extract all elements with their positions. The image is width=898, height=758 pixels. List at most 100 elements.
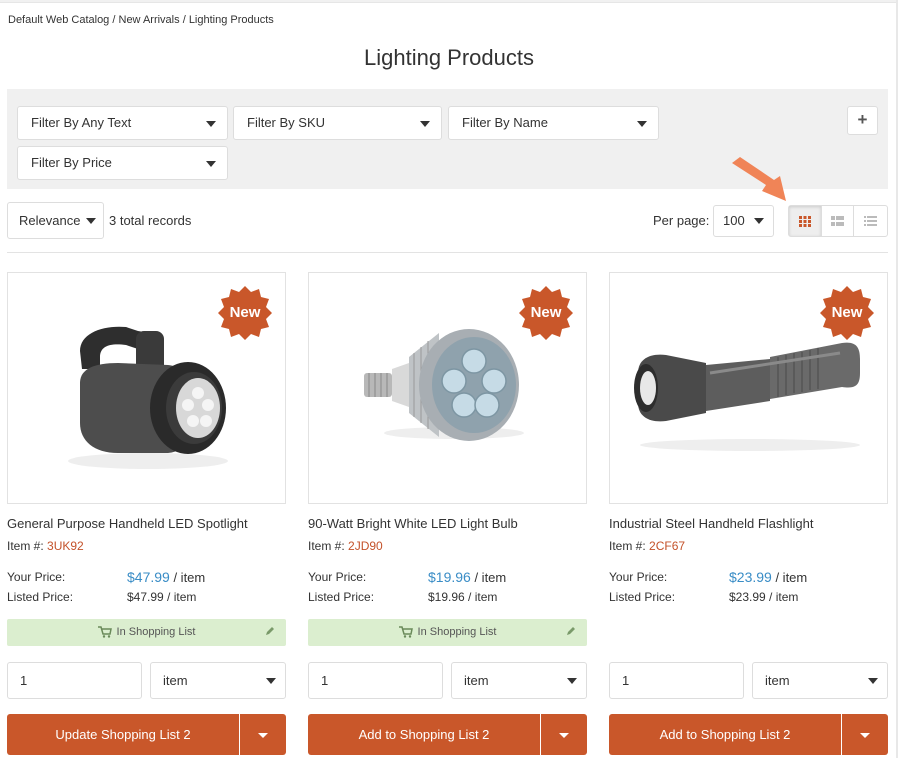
filter-label: Filter By SKU bbox=[247, 115, 326, 130]
add-to-shopping-list-button[interactable]: Add to Shopping List 2 bbox=[308, 714, 540, 755]
listed-price: $23.99 / item bbox=[729, 590, 799, 604]
chevron-down-icon bbox=[567, 678, 577, 684]
pencil-icon[interactable] bbox=[264, 625, 276, 637]
cart-icon bbox=[97, 626, 112, 638]
sort-select[interactable]: Relevance bbox=[7, 202, 104, 239]
total-records: 3 total records bbox=[109, 213, 192, 228]
pointer-arrow-icon bbox=[732, 157, 786, 201]
unit-value: item bbox=[765, 673, 790, 688]
chevron-down-icon bbox=[754, 218, 764, 224]
breadcrumb: Default Web Catalog / New Arrivals / Lig… bbox=[8, 14, 274, 26]
quantity-input[interactable]: 1 bbox=[308, 662, 443, 699]
new-badge: New bbox=[530, 304, 562, 321]
per-page-label: Per page: bbox=[653, 213, 710, 228]
breadcrumb-item-new-arrivals[interactable]: New Arrivals bbox=[119, 14, 180, 26]
your-price: $19.96 / item bbox=[428, 569, 506, 585]
chevron-down-icon bbox=[206, 121, 216, 127]
unit-select[interactable]: item bbox=[451, 662, 587, 699]
add-to-shopping-list-button[interactable]: Add to Shopping List 2 bbox=[609, 714, 841, 755]
sort-value: Relevance bbox=[19, 213, 81, 228]
your-price-unit: / item bbox=[775, 570, 808, 585]
breadcrumb-item-current: Lighting Products bbox=[188, 14, 274, 26]
in-shopping-list-indicator[interactable]: In Shopping List bbox=[7, 619, 286, 646]
chevron-down-icon bbox=[258, 733, 268, 738]
chevron-down-icon bbox=[206, 161, 216, 167]
chevron-down-icon bbox=[868, 678, 878, 684]
item-sku: 3UK92 bbox=[47, 539, 84, 553]
your-price-unit: / item bbox=[173, 570, 206, 585]
product-name[interactable]: General Purpose Handheld LED Spotlight bbox=[7, 516, 286, 531]
breadcrumb-separator: / bbox=[112, 14, 116, 26]
your-price: $47.99 / item bbox=[127, 569, 205, 585]
listed-price-label: Listed Price: bbox=[308, 590, 375, 604]
chevron-down-icon bbox=[420, 121, 430, 127]
item-label: Item #: bbox=[609, 539, 646, 553]
list-view-icon bbox=[831, 216, 844, 226]
per-page-value: 100 bbox=[723, 213, 745, 228]
your-price: $23.99 / item bbox=[729, 569, 807, 585]
item-sku: 2CF67 bbox=[649, 539, 686, 553]
item-number: Item #: 2CF67 bbox=[609, 539, 685, 553]
listed-price: $47.99 / item bbox=[127, 590, 197, 604]
per-page-select[interactable]: 100 bbox=[713, 205, 774, 237]
item-number: Item #: 2JD90 bbox=[308, 539, 383, 553]
view-toggle-group bbox=[788, 205, 888, 237]
chevron-down-icon bbox=[266, 678, 276, 684]
in-shopping-list-label: In Shopping List bbox=[417, 626, 497, 638]
filter-sku[interactable]: Filter By SKU bbox=[233, 106, 442, 140]
listed-price-label: Listed Price: bbox=[7, 590, 74, 604]
grid-view-icon bbox=[798, 215, 811, 227]
compact-list-view-button[interactable] bbox=[854, 206, 887, 236]
your-price-label: Your Price: bbox=[7, 570, 66, 584]
filter-label: Filter By Any Text bbox=[31, 115, 132, 130]
quantity-input[interactable]: 1 bbox=[7, 662, 142, 699]
new-badge: New bbox=[831, 304, 863, 321]
your-price-unit: / item bbox=[474, 570, 507, 585]
unit-value: item bbox=[464, 673, 489, 688]
your-price-amount: $47.99 bbox=[127, 569, 170, 585]
your-price-label: Your Price: bbox=[609, 570, 668, 584]
quantity-input[interactable]: 1 bbox=[609, 662, 744, 699]
unit-value: item bbox=[163, 673, 188, 688]
product-name[interactable]: Industrial Steel Handheld Flashlight bbox=[609, 516, 888, 531]
filter-any-text[interactable]: Filter By Any Text bbox=[17, 106, 228, 140]
filter-label: Filter By Name bbox=[462, 115, 548, 130]
add-filter-button[interactable]: + bbox=[847, 106, 878, 135]
page-title: Lighting Products bbox=[364, 45, 534, 70]
pencil-icon[interactable] bbox=[565, 625, 577, 637]
listed-price: $19.96 / item bbox=[428, 590, 498, 604]
grid-view-button[interactable] bbox=[789, 206, 822, 236]
list-view-button[interactable] bbox=[822, 206, 855, 236]
filter-price[interactable]: Filter By Price bbox=[17, 146, 228, 180]
chevron-down-icon bbox=[637, 121, 647, 127]
filter-label: Filter By Price bbox=[31, 155, 112, 170]
item-label: Item #: bbox=[7, 539, 44, 553]
unit-select[interactable]: item bbox=[150, 662, 286, 699]
chevron-down-icon bbox=[559, 733, 569, 738]
unit-select[interactable]: item bbox=[752, 662, 888, 699]
item-number: Item #: 3UK92 bbox=[7, 539, 84, 553]
shopping-list-dropdown-button[interactable] bbox=[240, 714, 286, 755]
product-name[interactable]: 90-Watt Bright White LED Light Bulb bbox=[308, 516, 587, 531]
update-shopping-list-button[interactable]: Update Shopping List 2 bbox=[7, 714, 239, 755]
cart-icon bbox=[398, 626, 413, 638]
breadcrumb-item-catalog[interactable]: Default Web Catalog bbox=[8, 14, 109, 26]
your-price-amount: $19.96 bbox=[428, 569, 471, 585]
item-sku: 2JD90 bbox=[348, 539, 383, 553]
divider bbox=[7, 252, 888, 253]
compact-list-view-icon bbox=[864, 216, 878, 226]
new-badge: New bbox=[229, 304, 261, 321]
item-label: Item #: bbox=[308, 539, 345, 553]
breadcrumb-separator: / bbox=[182, 14, 186, 26]
chevron-down-icon bbox=[860, 733, 870, 738]
listed-price-label: Listed Price: bbox=[609, 590, 676, 604]
in-shopping-list-label: In Shopping List bbox=[116, 626, 196, 638]
shopping-list-dropdown-button[interactable] bbox=[541, 714, 587, 755]
your-price-amount: $23.99 bbox=[729, 569, 772, 585]
top-border bbox=[0, 0, 898, 3]
filter-name[interactable]: Filter By Name bbox=[448, 106, 659, 140]
your-price-label: Your Price: bbox=[308, 570, 367, 584]
in-shopping-list-indicator[interactable]: In Shopping List bbox=[308, 619, 587, 646]
shopping-list-dropdown-button[interactable] bbox=[842, 714, 888, 755]
chevron-down-icon bbox=[86, 218, 96, 224]
